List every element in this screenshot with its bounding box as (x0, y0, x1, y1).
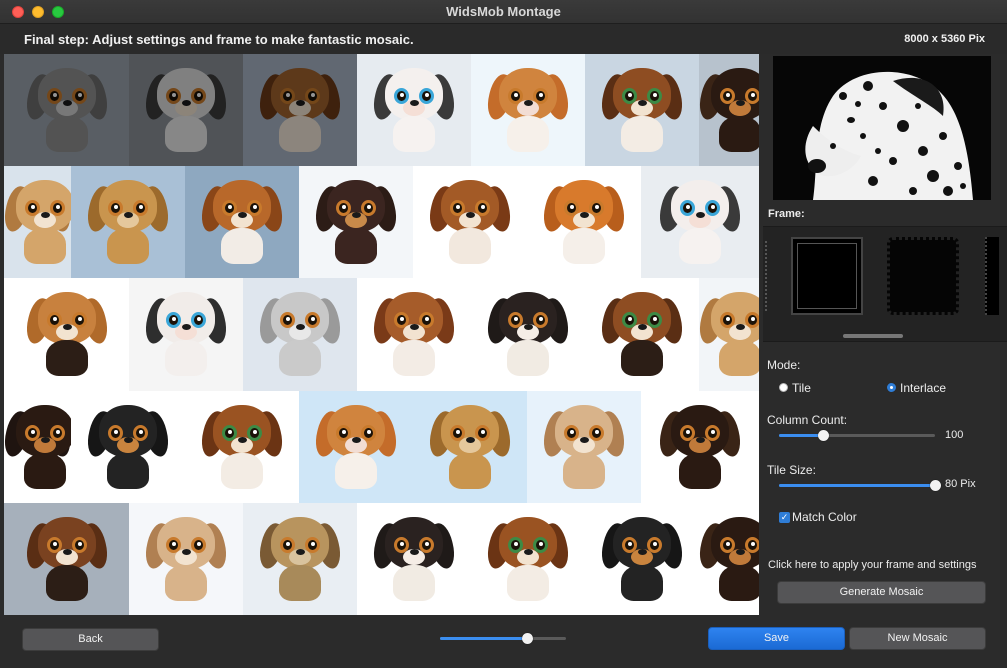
save-button[interactable]: Save (708, 627, 845, 650)
frame-option-classic[interactable] (791, 237, 863, 315)
match-color-checkbox[interactable]: ✓ (779, 512, 790, 523)
mosaic-row (4, 166, 759, 279)
generate-mosaic-button[interactable]: Generate Mosaic (777, 581, 986, 604)
mosaic-tile (585, 278, 699, 391)
tile-size-value: 80 Pix (945, 478, 976, 490)
frame-option-partial-left[interactable] (763, 241, 767, 311)
zoom-slider-knob[interactable] (521, 633, 533, 644)
mosaic-tile (585, 54, 699, 167)
mosaic-tile (129, 54, 243, 167)
column-count-label: Column Count: (767, 413, 848, 427)
apply-hint: Click here to apply your frame and setti… (768, 559, 977, 571)
bottom-toolbar: Back Save New Mosaic (0, 615, 1007, 668)
tile-size-slider[interactable] (779, 480, 941, 491)
frame-picker[interactable] (763, 226, 1007, 342)
match-color-label[interactable]: Match Color (792, 510, 857, 524)
dalmatian-preview-image (773, 56, 991, 200)
mode-interlace-label[interactable]: Interlace (900, 381, 946, 395)
new-mosaic-button[interactable]: New Mosaic (849, 627, 986, 650)
mosaic-tile (4, 502, 129, 615)
mosaic-tile (527, 390, 641, 503)
mosaic-tile (641, 390, 759, 503)
column-count-slider[interactable] (779, 430, 935, 441)
column-count-value: 100 (945, 429, 964, 441)
mosaic-tile (413, 390, 527, 503)
mosaic-tile (129, 278, 243, 391)
mosaic-tile (299, 166, 413, 279)
mosaic-tile (243, 278, 357, 391)
zoom-slider-fill (440, 637, 527, 640)
title-bar: WidsMob Montage (0, 0, 1007, 24)
frame-scroll-indicator[interactable] (843, 334, 903, 338)
mosaic-tile (471, 278, 585, 391)
mode-interlace-radio[interactable] (887, 383, 896, 392)
mosaic-preview-canvas[interactable] (4, 54, 759, 615)
mosaic-row (4, 278, 759, 391)
frame-option-rough[interactable] (887, 237, 959, 315)
mosaic-row (4, 54, 759, 167)
frame-label: Frame: (768, 208, 805, 220)
mosaic-tile (641, 166, 759, 279)
zoom-slider[interactable] (440, 633, 566, 644)
mosaic-tile (699, 278, 759, 391)
step-instruction: Final step: Adjust settings and frame to… (24, 32, 414, 47)
settings-sidebar: Frame: Mode: Tile Interlace Column Count… (759, 54, 1007, 615)
mosaic-tile (357, 278, 471, 391)
mosaic-tile (699, 502, 759, 615)
mosaic-tile (527, 166, 641, 279)
mosaic-tile (585, 502, 699, 615)
column-count-slider-knob[interactable] (817, 430, 829, 441)
back-button[interactable]: Back (22, 628, 159, 651)
frame-option-partial[interactable] (985, 237, 999, 315)
mosaic-tile (243, 54, 357, 167)
mosaic-tile (4, 278, 129, 391)
mode-label: Mode: (767, 358, 801, 372)
mosaic-tile (357, 54, 471, 167)
mode-tile-label[interactable]: Tile (792, 381, 811, 395)
mosaic-tile (699, 54, 759, 167)
mosaic-tile (471, 502, 585, 615)
mosaic-row (4, 502, 759, 615)
mosaic-row (4, 390, 759, 503)
mosaic-tile (357, 502, 471, 615)
mosaic-dimensions: 8000 x 5360 Pix (904, 33, 985, 45)
mosaic-tile (299, 390, 413, 503)
header-bar: Final step: Adjust settings and frame to… (0, 24, 1007, 54)
mosaic-tile (4, 54, 129, 167)
mosaic-tile (71, 390, 185, 503)
tile-size-slider-fill (779, 484, 935, 487)
mosaic-tile (71, 166, 185, 279)
mosaic-tile (4, 166, 71, 279)
window-title: WidsMob Montage (446, 4, 561, 19)
mosaic-tile (471, 54, 585, 167)
column-count-slider-fill (779, 434, 823, 437)
mosaic-tile (413, 166, 527, 279)
tile-size-slider-knob[interactable] (930, 480, 941, 491)
tile-size-label: Tile Size: (767, 463, 816, 477)
mosaic-tile (129, 502, 243, 615)
mosaic-tile (243, 502, 357, 615)
mode-tile-radio[interactable] (779, 383, 788, 392)
mosaic-tile (185, 166, 299, 279)
mosaic-tile (185, 390, 299, 503)
source-image-preview (773, 56, 991, 200)
mosaic-tile (4, 390, 71, 503)
